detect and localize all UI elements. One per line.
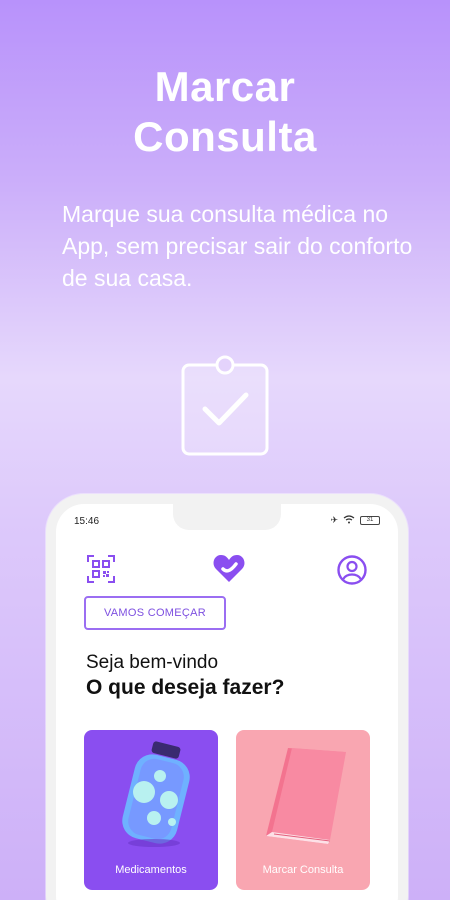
medicine-bottle-illustration <box>122 741 190 847</box>
phone-screen: 15:46 ✈ 31 VAMOS COMEÇAR Seja bem-vindo … <box>56 504 398 900</box>
hero-title-line-1: Marcar <box>154 63 296 110</box>
battery-icon: 31 <box>360 516 380 525</box>
phone-mockup: 15:46 ✈ 31 VAMOS COMEÇAR Seja bem-vindo … <box>46 494 408 900</box>
hero-title: Marcar Consulta <box>0 62 450 162</box>
status-time: 15:46 <box>74 516 100 527</box>
heart-logo-icon[interactable] <box>212 552 246 586</box>
hero-subtitle: Marque sua consulta médica no App, sem p… <box>62 201 413 291</box>
clipboard-check-icon <box>180 355 270 457</box>
wifi-icon <box>343 515 355 526</box>
question-heading: O que deseja fazer? <box>86 676 285 699</box>
card-medicamentos[interactable]: Medicamentos <box>84 730 218 890</box>
app-header <box>86 548 368 588</box>
qr-code-icon[interactable] <box>86 554 116 584</box>
card-label-marcar-consulta: Marcar Consulta <box>262 864 344 876</box>
phone-notch <box>173 504 281 530</box>
user-profile-icon[interactable] <box>336 554 368 586</box>
card-label-medicamentos: Medicamentos <box>115 864 187 876</box>
start-button[interactable]: VAMOS COMEÇAR <box>84 596 226 630</box>
airplane-icon: ✈ <box>330 515 338 525</box>
notebook-illustration <box>266 748 346 844</box>
hero-title-line-2: Consulta <box>133 113 317 160</box>
greeting-text: Seja bem-vindo <box>86 652 219 673</box>
card-marcar-consulta[interactable]: Marcar Consulta <box>236 730 370 890</box>
status-icons: ✈ 31 <box>330 515 380 526</box>
